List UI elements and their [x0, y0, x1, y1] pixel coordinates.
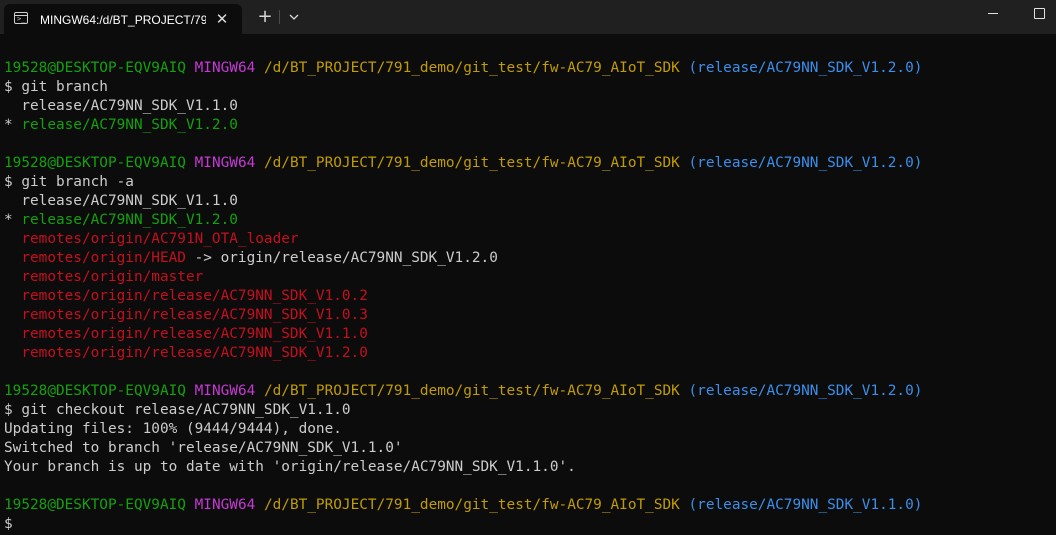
current-branch-marker: *: [4, 212, 22, 228]
remote-branch-name: remotes/origin/release/AC79NN_SDK_V1.0.3: [4, 307, 368, 323]
terminal-output[interactable]: 19528@DESKTOP-EQV9AIQ MINGW64 /d/BT_PROJ…: [4, 59, 1054, 535]
remote-branch-line: remotes/origin/AC791N_OTA_loader: [4, 230, 1054, 249]
prompt-shell: MINGW64: [194, 60, 256, 76]
close-tab-button[interactable]: ✕: [212, 9, 232, 29]
tab-title: MINGW64:/d/BT_PROJECT/791_demo/git_test/…: [40, 13, 206, 27]
minimize-button[interactable]: [970, 0, 1016, 32]
current-branch-marker: *: [4, 117, 22, 133]
prompt-shell: MINGW64: [194, 497, 256, 513]
command-line: $: [4, 515, 1054, 534]
remote-head-target: -> origin/release/AC79NN_SDK_V1.2.0: [185, 250, 498, 266]
output-text: Your branch is up to date with 'origin/r…: [4, 459, 576, 475]
prompt-git-branch: (release/AC79NN_SDK_V1.2.0): [688, 383, 923, 399]
new-tab-button[interactable]: +: [254, 6, 276, 28]
remote-branch-line: remotes/origin/release/AC79NN_SDK_V1.1.0: [4, 325, 1054, 344]
remote-head-name: remotes/origin/HEAD: [4, 250, 186, 266]
maximize-button[interactable]: [1016, 0, 1056, 32]
prompt-git-branch: (release/AC79NN_SDK_V1.2.0): [688, 60, 923, 76]
prompt-shell: MINGW64: [194, 155, 256, 171]
output-line: Updating files: 100% (9444/9444), done.: [4, 420, 1054, 439]
remote-branch-name: remotes/origin/release/AC79NN_SDK_V1.2.0: [4, 345, 368, 361]
prompt-line: 19528@DESKTOP-EQV9AIQ MINGW64 /d/BT_PROJ…: [4, 496, 1054, 515]
current-branch-line: * release/AC79NN_SDK_V1.2.0: [4, 211, 1054, 230]
output-line: release/AC79NN_SDK_V1.1.0: [4, 192, 1054, 211]
remote-branch-name: remotes/origin/release/AC79NN_SDK_V1.0.2: [4, 288, 368, 304]
output-text: release/AC79NN_SDK_V1.1.0: [4, 193, 238, 209]
maximize-icon: [1034, 8, 1045, 19]
command-text: $ git branch -a: [4, 174, 134, 190]
title-bar: >_ MINGW64:/d/BT_PROJECT/791_demo/git_te…: [0, 0, 1056, 34]
command-line: $ git branch: [4, 78, 1054, 97]
remote-branch-line: remotes/origin/release/AC79NN_SDK_V1.2.0: [4, 344, 1054, 363]
remote-branch-name: remotes/origin/AC791N_OTA_loader: [4, 231, 299, 247]
output-line: release/AC79NN_SDK_V1.1.0: [4, 97, 1054, 116]
remote-head-line: remotes/origin/HEAD -> origin/release/AC…: [4, 249, 1054, 268]
prompt-path: /d/BT_PROJECT/791_demo/git_test/fw-AC79_…: [263, 60, 680, 76]
chevron-down-icon: [289, 14, 299, 20]
output-text: release/AC79NN_SDK_V1.1.0: [4, 98, 238, 114]
remote-branch-name: remotes/origin/master: [4, 269, 204, 285]
output-text: Updating files: 100% (9444/9444), done.: [4, 421, 342, 437]
current-branch-line: * release/AC79NN_SDK_V1.2.0: [4, 116, 1054, 135]
remote-branch-line: remotes/origin/release/AC79NN_SDK_V1.0.2: [4, 287, 1054, 306]
remote-branch-line: remotes/origin/release/AC79NN_SDK_V1.0.3: [4, 306, 1054, 325]
prompt-user-host: 19528@DESKTOP-EQV9AIQ: [4, 155, 186, 171]
terminal-tab[interactable]: >_ MINGW64:/d/BT_PROJECT/791_demo/git_te…: [4, 4, 242, 34]
tab-divider: [279, 10, 280, 24]
command-text: $ git checkout release/AC79NN_SDK_V1.1.0: [4, 402, 351, 418]
prompt-user-host: 19528@DESKTOP-EQV9AIQ: [4, 60, 186, 76]
prompt-git-branch: (release/AC79NN_SDK_V1.1.0): [688, 497, 923, 513]
prompt-line: 19528@DESKTOP-EQV9AIQ MINGW64 /d/BT_PROJ…: [4, 382, 1054, 401]
current-branch-name: release/AC79NN_SDK_V1.2.0: [21, 117, 238, 133]
prompt-user-host: 19528@DESKTOP-EQV9AIQ: [4, 497, 186, 513]
prompt-path: /d/BT_PROJECT/791_demo/git_test/fw-AC79_…: [263, 497, 680, 513]
command-line: $ git checkout release/AC79NN_SDK_V1.1.0: [4, 401, 1054, 420]
tab-dropdown-button[interactable]: [285, 8, 303, 26]
terminal-icon: >_: [14, 12, 28, 24]
current-branch-name: release/AC79NN_SDK_V1.2.0: [21, 212, 238, 228]
prompt-line: 19528@DESKTOP-EQV9AIQ MINGW64 /d/BT_PROJ…: [4, 154, 1054, 173]
prompt-line: 19528@DESKTOP-EQV9AIQ MINGW64 /d/BT_PROJ…: [4, 59, 1054, 78]
prompt-path: /d/BT_PROJECT/791_demo/git_test/fw-AC79_…: [263, 383, 680, 399]
prompt-git-branch: (release/AC79NN_SDK_V1.2.0): [688, 155, 923, 171]
command-line: $ git branch -a: [4, 173, 1054, 192]
prompt-user-host: 19528@DESKTOP-EQV9AIQ: [4, 383, 186, 399]
output-line: Your branch is up to date with 'origin/r…: [4, 458, 1054, 477]
prompt-shell: MINGW64: [194, 383, 256, 399]
prompt-path: /d/BT_PROJECT/791_demo/git_test/fw-AC79_…: [263, 155, 680, 171]
remote-branch-line: remotes/origin/master: [4, 268, 1054, 287]
command-text: $ git branch: [4, 79, 108, 95]
output-line: Switched to branch 'release/AC79NN_SDK_V…: [4, 439, 1054, 458]
output-text: Switched to branch 'release/AC79NN_SDK_V…: [4, 440, 403, 456]
minimize-icon: [988, 13, 998, 14]
command-text: $: [4, 516, 13, 532]
remote-branch-name: remotes/origin/release/AC79NN_SDK_V1.1.0: [4, 326, 368, 342]
